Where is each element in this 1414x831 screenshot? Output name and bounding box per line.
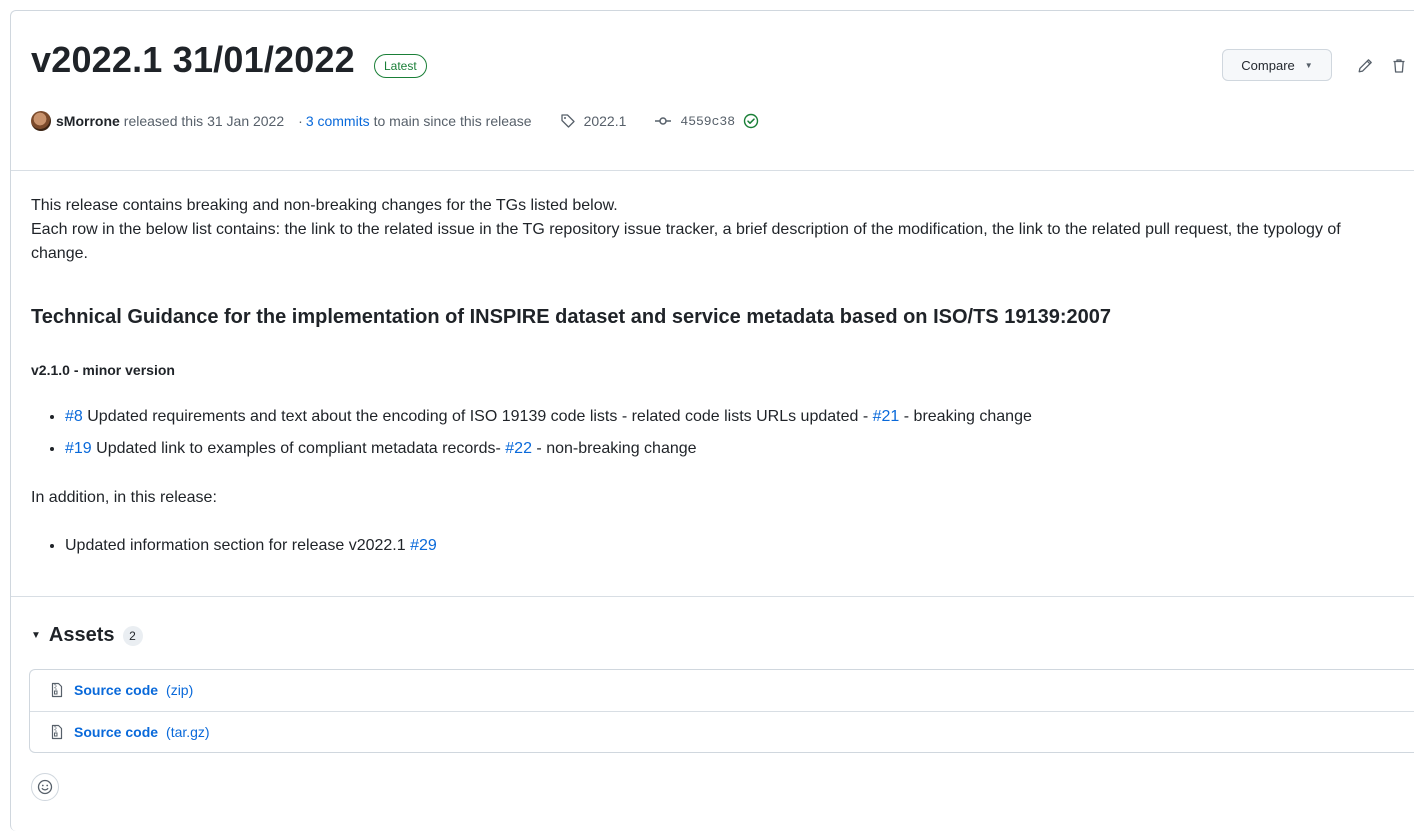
asset-row[interactable]: Source code (zip) (30, 670, 1414, 710)
commits-link[interactable]: 3 commits (306, 113, 370, 129)
addition-list: Updated information section for release … (31, 534, 437, 566)
file-zip-icon (51, 724, 63, 740)
triangle-down-icon: ▼ (31, 630, 41, 641)
assets-count: 2 (122, 625, 143, 646)
issue-link[interactable]: #8 (65, 408, 83, 425)
git-commit-icon (655, 117, 672, 125)
intro-line-2: Each row in the below list contains: the… (31, 221, 1341, 262)
compare-button-label: Compare (1241, 57, 1295, 73)
tag-link[interactable]: 2022.1 (560, 113, 627, 129)
trash-icon (1393, 59, 1405, 73)
commit-link[interactable]: 4559c38 (654, 113, 735, 129)
list-item: #19 Updated link to examples of complian… (65, 437, 1032, 461)
edit-button[interactable] (1356, 57, 1374, 75)
version-subheading: v2.1.0 - minor version (31, 362, 175, 378)
pr-link[interactable]: #21 (873, 408, 900, 425)
divider (11, 596, 1414, 597)
pr-link[interactable]: #22 (505, 440, 532, 457)
add-reaction-button[interactable] (31, 773, 59, 801)
commits-dot: · (298, 113, 303, 129)
author-link[interactable]: sMorrone (56, 113, 120, 129)
issue-link[interactable]: #19 (65, 440, 92, 457)
asset-ext[interactable]: (tar.gz) (166, 724, 210, 740)
list-item: Updated information section for release … (65, 534, 437, 558)
change-text: Updated link to examples of compliant me… (96, 440, 501, 457)
asset-name[interactable]: Source code (74, 682, 158, 698)
assets-title: Assets (48, 624, 115, 646)
change-text: Updated requirements and text about the … (87, 408, 869, 425)
tag-icon (560, 114, 575, 128)
check-circle-icon (743, 113, 759, 129)
chevron-down-icon: ▼ (1304, 60, 1313, 70)
divider (11, 170, 1414, 171)
tag-label: 2022.1 (583, 113, 627, 129)
commit-sha: 4559c38 (680, 113, 736, 129)
intro-line-1: This release contains breaking and non-b… (31, 197, 618, 214)
verified-badge[interactable] (743, 113, 759, 129)
assets-list: Source code (zip) Source code (tar.gz) (29, 669, 1414, 753)
change-type: - breaking change (903, 408, 1032, 425)
release-title[interactable]: v2022.1 31/01/2022 (31, 38, 355, 82)
asset-ext[interactable]: (zip) (166, 682, 193, 698)
release-notes-intro: This release contains breaking and non-b… (31, 194, 1401, 266)
change-type: - non-breaking change (536, 440, 697, 457)
smiley-icon (37, 779, 53, 795)
avatar[interactable] (31, 111, 51, 131)
assets-toggle[interactable]: ▼ Assets 2 (31, 624, 143, 647)
released-text: released this 31 Jan 2022 (123, 113, 285, 129)
release-meta: sMorrone released this 31 Jan 2022 · 3 c… (31, 110, 759, 132)
pr-link[interactable]: #29 (410, 537, 437, 554)
asset-name[interactable]: Source code (74, 724, 158, 740)
latest-badge: Latest (374, 54, 427, 78)
asset-row[interactable]: Source code (tar.gz) (30, 711, 1414, 752)
section-heading: Technical Guidance for the implementatio… (31, 306, 1111, 328)
pencil-icon (1358, 59, 1372, 73)
compare-button[interactable]: Compare ▼ (1222, 49, 1332, 81)
addition-label: In addition, in this release: (31, 489, 217, 506)
changes-list: #8 Updated requirements and text about t… (31, 405, 1032, 469)
file-zip-icon (51, 682, 63, 698)
delete-button[interactable] (1390, 57, 1408, 75)
addition-text: Updated information section for release … (65, 537, 406, 554)
commits-suffix: to main since this release (373, 113, 532, 129)
list-item: #8 Updated requirements and text about t… (65, 405, 1032, 429)
